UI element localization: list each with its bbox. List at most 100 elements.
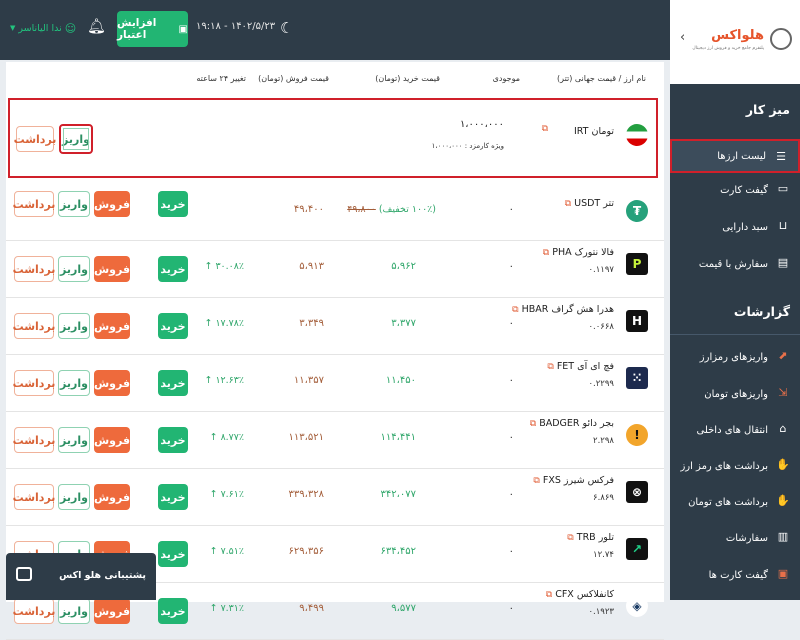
buy-label: خرید xyxy=(160,197,186,211)
buy-label: خرید xyxy=(160,319,186,333)
increase-credit-button[interactable]: افزایش اعتبار ▣ xyxy=(117,11,188,47)
basket-icon: ⊔ xyxy=(778,219,788,232)
sell-button[interactable]: فروش xyxy=(94,598,130,624)
wallet-icon: ▣ xyxy=(178,23,188,35)
external-link-icon[interactable]: ⧉ xyxy=(567,533,573,543)
withdraw-label: برداشت xyxy=(12,433,56,447)
increase-credit-label: افزایش اعتبار xyxy=(117,17,157,41)
external-link-icon[interactable]: ⧉ xyxy=(533,476,539,486)
sidebar-item-internal-transfers[interactable]: ⌂ انتقال های داخلی xyxy=(670,413,800,447)
sidebar-item-orders[interactable]: ▥ سفارشات xyxy=(670,521,800,555)
buy-button[interactable]: خرید xyxy=(158,598,188,624)
change-24h: ۸.۷۷٪ ↑ xyxy=(209,432,244,443)
toman-deposit-button[interactable]: واریز xyxy=(59,124,93,154)
external-link-icon[interactable]: ⧉ xyxy=(512,305,518,315)
withdraw-button[interactable]: برداشت xyxy=(12,191,56,217)
withdraw-button[interactable]: برداشت xyxy=(13,598,55,624)
withdraw-label: برداشت xyxy=(12,376,56,390)
external-link-icon[interactable]: ⧉ xyxy=(543,248,549,258)
withdraw-label: برداشت xyxy=(12,319,56,333)
buy-label: خرید xyxy=(160,262,186,276)
deposit-button[interactable]: واریز xyxy=(58,256,90,282)
currency-name-text: فچ ای آی FET xyxy=(556,361,614,372)
sell-button[interactable]: فروش xyxy=(94,370,130,396)
currency-name-text: تتر USDT xyxy=(574,198,614,209)
withdraw-button[interactable]: برداشت xyxy=(12,370,56,396)
currency-name-text: تلور TRB xyxy=(576,532,614,543)
global-price: ۱۲.۷۴ xyxy=(593,550,614,560)
buy-button[interactable]: خرید xyxy=(158,484,188,510)
sidebar-item-toman-deposits[interactable]: ⇲ واریزهای تومان xyxy=(670,377,800,411)
sidebar-item-portfolio[interactable]: ⊔ سبد دارایی xyxy=(670,210,800,244)
user-menu[interactable]: ▼ ندا الیاناسر ☺ xyxy=(10,19,76,37)
notification-bell-icon[interactable]: 🔔︎ xyxy=(87,17,106,35)
deposit-button[interactable]: واریز xyxy=(58,370,90,396)
sell-price: ۳۳۹،۳۲۸ xyxy=(288,489,324,500)
deposit-label: واریز xyxy=(62,132,90,146)
support-widget[interactable]: پشتیبانی هلو اکس xyxy=(6,553,156,600)
withdraw-label: برداشت xyxy=(12,490,56,504)
collapse-sidebar-icon[interactable]: ‹ xyxy=(680,30,685,45)
sell-label: فروش xyxy=(93,262,131,276)
buy-price: ۶۳۴،۴۵۲ xyxy=(380,546,416,557)
header-buy: قیمت خرید (تومان) xyxy=(375,74,440,83)
sell-button[interactable]: فروش xyxy=(94,256,130,282)
sell-button[interactable]: فروش xyxy=(94,191,130,217)
dark-mode-icon[interactable]: ☾ xyxy=(280,20,296,36)
deposit-label: واریز xyxy=(60,319,88,333)
external-link-icon[interactable]: ⧉ xyxy=(547,362,553,372)
sidebar-item-toman-withdrawals[interactable]: ✋ برداشت های تومان xyxy=(670,485,800,519)
table-row: ⊗ فرکس شیرز FXS ⧉ ۶.۸۶۹ ۰ ۳۴۲،۰۷۷ ۳۳۹،۳۲… xyxy=(6,469,664,526)
buy-button[interactable]: خرید xyxy=(158,541,188,567)
buy-button[interactable]: خرید xyxy=(158,256,188,282)
buy-label: خرید xyxy=(160,490,186,504)
gift-card-icon: ▭ xyxy=(777,182,789,195)
deposit-button[interactable]: واریز xyxy=(58,484,90,510)
receipt-icon: ▥ xyxy=(777,530,789,543)
sell-button[interactable]: فروش xyxy=(94,313,130,339)
withdraw-button[interactable]: برداشت xyxy=(12,427,56,453)
sidebar-item-limit-order[interactable]: ▤ سفارش با قیمت xyxy=(670,247,800,281)
user-icon: ☺ xyxy=(64,21,77,35)
sell-label: فروش xyxy=(93,433,131,447)
brand-tagline: پلتفرم جامع خرید و فروش ارز دیجیتال xyxy=(692,46,764,51)
sidebar-item-crypto-deposits[interactable]: ⬈ واریزهای رمزارز xyxy=(670,340,800,374)
deposit-button[interactable]: واریز xyxy=(58,427,90,453)
external-link-icon[interactable]: ⧉ xyxy=(565,199,571,209)
currency-name-text: کانفلاکس CFX xyxy=(555,589,614,600)
header-name: نام ارز / قیمت جهانی (تتر) xyxy=(557,74,646,83)
external-link-icon[interactable]: ⧉ xyxy=(546,590,552,600)
withdraw-button[interactable]: برداشت xyxy=(12,313,56,339)
sidebar-item-label: سبد دارایی xyxy=(722,221,768,233)
sidebar-item-gift-cards[interactable]: ▣ گیفت کارت ها xyxy=(670,558,800,592)
withdraw-button[interactable]: برداشت xyxy=(12,484,56,510)
withdraw-label: برداشت xyxy=(12,197,56,211)
buy-button[interactable]: خرید xyxy=(158,191,188,217)
sidebar-item-currency-list[interactable]: ☰ لیست ارزها xyxy=(670,139,800,173)
sidebar: ‹ هلواکس پلتفرم جامع خرید و فروش ارز دیج… xyxy=(670,0,800,600)
toman-withdraw-button[interactable]: برداشت xyxy=(14,126,56,152)
buy-button[interactable]: خرید xyxy=(158,313,188,339)
global-price: ۰.۰۶۶۸ xyxy=(588,322,614,332)
buy-label: خرید xyxy=(160,376,186,390)
currency-name: کانفلاکس CFX ⧉ xyxy=(546,589,614,600)
sidebar-item-crypto-withdrawals[interactable]: ✋ برداشت های رمز ارز xyxy=(670,449,800,483)
currency-name: هدرا هش گراف HBAR ⧉ xyxy=(512,304,614,315)
deposit-button[interactable]: واریز xyxy=(58,313,90,339)
buy-old-price: ۴۹،۸۰۰ xyxy=(347,204,376,215)
sidebar-item-gift-card[interactable]: ▭ گیفت کارت xyxy=(670,173,800,207)
list-icon: ☰ xyxy=(776,150,786,163)
withdraw-button[interactable]: برداشت xyxy=(13,256,55,282)
buy-button[interactable]: خرید xyxy=(158,370,188,396)
deposit-button[interactable]: واریز xyxy=(58,598,90,624)
currency-name: فرکس شیرز FXS ⧉ xyxy=(533,475,614,486)
tellor-icon: ↗ xyxy=(626,538,648,560)
sell-button[interactable]: فروش xyxy=(94,484,130,510)
toman-special-fee: ویژه کارمزد : ۱،۰۰۰،۰۰۰ xyxy=(432,142,504,150)
deposit-button[interactable]: واریز xyxy=(58,191,90,217)
buy-button[interactable]: خرید xyxy=(158,427,188,453)
sell-button[interactable]: فروش xyxy=(94,427,130,453)
external-link-icon[interactable]: ⧉ xyxy=(530,419,536,429)
external-link-icon[interactable]: ⧉ xyxy=(542,124,548,134)
sidebar-item-label: سفارشات xyxy=(725,532,768,544)
